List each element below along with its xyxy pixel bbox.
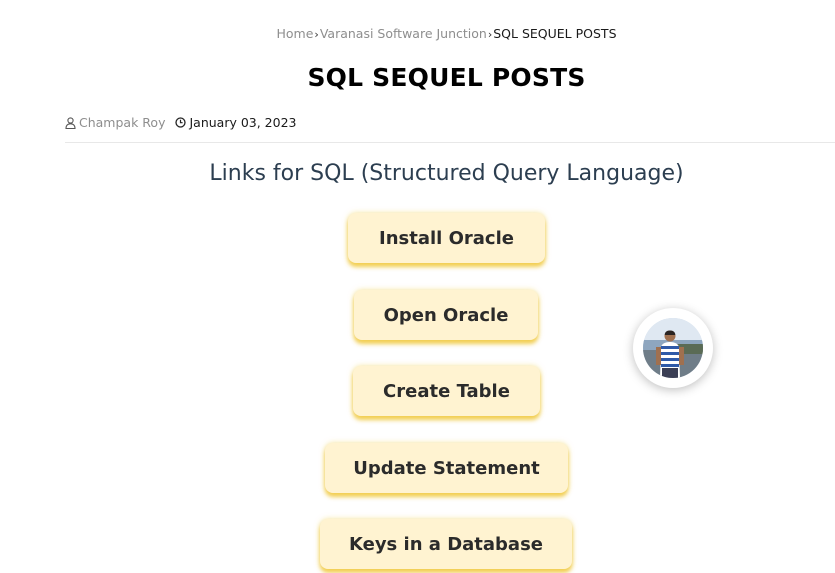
author-avatar-widget[interactable] <box>633 308 713 388</box>
breadcrumb: Home›Varanasi Software Junction›SQL SEQU… <box>0 26 835 41</box>
post-title: SQL SEQUEL POSTS <box>307 63 586 92</box>
breadcrumb-home-link[interactable]: Home <box>277 26 314 41</box>
page: Home›Varanasi Software Junction›SQL SEQU… <box>0 0 835 573</box>
link-button-keys-in-a-database[interactable]: Keys in a Database <box>320 519 572 569</box>
link-button-install-oracle[interactable]: Install Oracle <box>348 213 545 263</box>
link-button-open-oracle[interactable]: Open Oracle <box>354 290 538 340</box>
profile-photo <box>643 318 703 378</box>
post-author[interactable]: Champak Roy <box>65 115 165 130</box>
breadcrumb-current: SQL SEQUEL POSTS <box>493 26 617 41</box>
link-button-update-statement[interactable]: Update Statement <box>325 443 568 493</box>
clock-icon <box>175 117 187 128</box>
date-text: January 03, 2023 <box>189 115 297 130</box>
breadcrumb-separator: › <box>314 28 319 41</box>
breadcrumb-separator: › <box>487 28 493 41</box>
link-button-create-table[interactable]: Create Table <box>353 366 540 416</box>
user-icon <box>65 116 76 129</box>
avatar[interactable] <box>643 318 703 378</box>
divider <box>65 142 835 143</box>
post-meta: Champak Roy January 03, 2023 <box>65 115 297 130</box>
content-heading: Links for SQL (Structured Query Language… <box>209 161 684 186</box>
post-date: January 03, 2023 <box>175 115 297 130</box>
author-name[interactable]: Champak Roy <box>79 115 165 130</box>
breadcrumb-category-link[interactable]: Varanasi Software Junction <box>320 26 487 41</box>
